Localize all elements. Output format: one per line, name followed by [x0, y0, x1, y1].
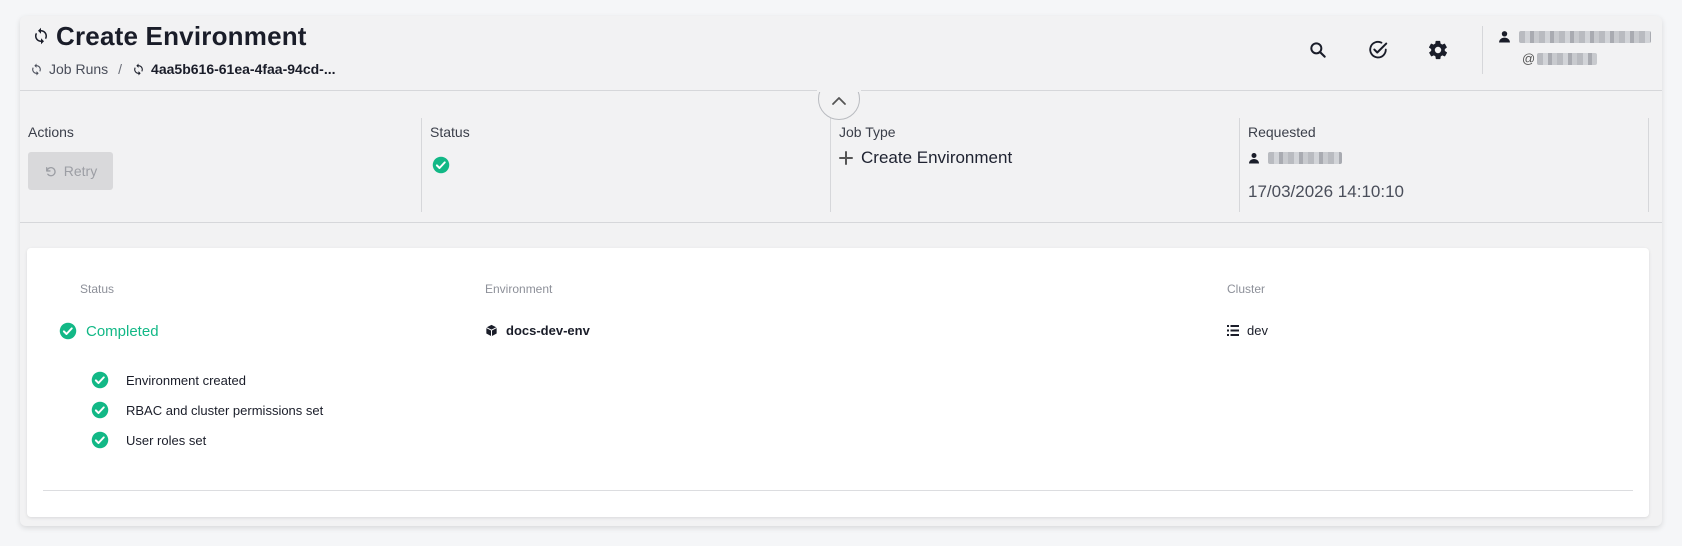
- cluster-name: dev: [1247, 323, 1268, 338]
- user-name-redacted: [1519, 30, 1651, 43]
- success-check-icon: [432, 156, 450, 174]
- user-handle-prefix: @: [1522, 51, 1536, 66]
- cluster-column-header: Cluster: [1227, 282, 1266, 296]
- retry-button[interactable]: Retry: [28, 152, 113, 190]
- chevron-up-icon: [832, 97, 846, 105]
- list-icon: [1227, 325, 1239, 336]
- environment-column-header: Environment: [485, 282, 553, 296]
- step-item: Environment created: [91, 365, 323, 395]
- step-label: User roles set: [126, 432, 207, 448]
- sync-icon: [32, 63, 41, 75]
- gear-icon: [1428, 40, 1448, 60]
- sync-icon: [134, 63, 143, 75]
- panel-divider: [43, 490, 1633, 491]
- retry-label: Retry: [63, 163, 98, 179]
- check-circle-icon: [1369, 40, 1388, 59]
- job-details-panel: Status Environment Cluster Completed doc…: [27, 248, 1649, 517]
- page-title: Create Environment: [56, 21, 307, 51]
- user-icon: [1499, 31, 1510, 43]
- status-section: Status: [422, 118, 831, 212]
- header-divider: [1482, 26, 1483, 74]
- user-icon: [1249, 153, 1259, 164]
- success-check-icon: [59, 322, 77, 340]
- breadcrumb-separator: /: [118, 61, 123, 77]
- success-check-icon: [91, 401, 109, 419]
- environment-name: docs-dev-env: [506, 323, 590, 338]
- success-check-icon: [91, 371, 109, 389]
- job-status-text: Completed: [86, 322, 159, 340]
- job-type-value: Create Environment: [861, 148, 1013, 167]
- actions-label: Actions: [28, 124, 74, 140]
- status-column-header: Status: [80, 282, 115, 296]
- step-label: RBAC and cluster permissions set: [126, 402, 324, 418]
- breadcrumb: Job Runs / 4aa5b616-61ea-4faa-94cd-...: [30, 61, 336, 77]
- approvals-button[interactable]: [1363, 35, 1393, 65]
- environment-value[interactable]: docs-dev-env: [485, 323, 590, 338]
- step-item: User roles set: [91, 425, 323, 455]
- collapse-button[interactable]: [817, 77, 861, 120]
- breadcrumb-job-runs-link[interactable]: Job Runs: [49, 61, 108, 77]
- breadcrumb-current-job: 4aa5b616-61ea-4faa-94cd-...: [151, 61, 336, 77]
- search-icon: [1310, 42, 1326, 58]
- job-type-section: Job Type Create Environment: [831, 118, 1240, 212]
- job-status: Completed: [59, 322, 159, 340]
- plus-icon: [839, 151, 853, 165]
- retry-icon: [45, 166, 56, 176]
- job-run-card: Create Environment Job Runs / 4aa5b616-6…: [20, 16, 1662, 526]
- user-menu[interactable]: @: [1498, 30, 1668, 66]
- user-handle-redacted: [1537, 52, 1598, 65]
- search-button[interactable]: [1303, 35, 1333, 65]
- requested-date: 17/03/2026 14:10:10: [1248, 182, 1404, 201]
- cluster-value: dev: [1227, 323, 1268, 338]
- step-label: Environment created: [126, 372, 246, 388]
- job-type-label: Job Type: [839, 124, 896, 140]
- success-check-icon: [91, 431, 109, 449]
- cube-icon: [486, 324, 497, 337]
- sync-icon: [34, 27, 48, 45]
- requested-by-redacted: [1268, 152, 1342, 164]
- settings-button[interactable]: [1423, 35, 1453, 65]
- step-item: RBAC and cluster permissions set: [91, 395, 323, 425]
- requested-label: Requested: [1248, 124, 1316, 140]
- requested-section: Requested 17/03/2026 14:10:10: [1240, 118, 1649, 212]
- actions-section: Actions Retry: [20, 118, 422, 212]
- job-steps: Environment created RBAC and cluster per…: [91, 365, 323, 455]
- status-label: Status: [430, 124, 470, 140]
